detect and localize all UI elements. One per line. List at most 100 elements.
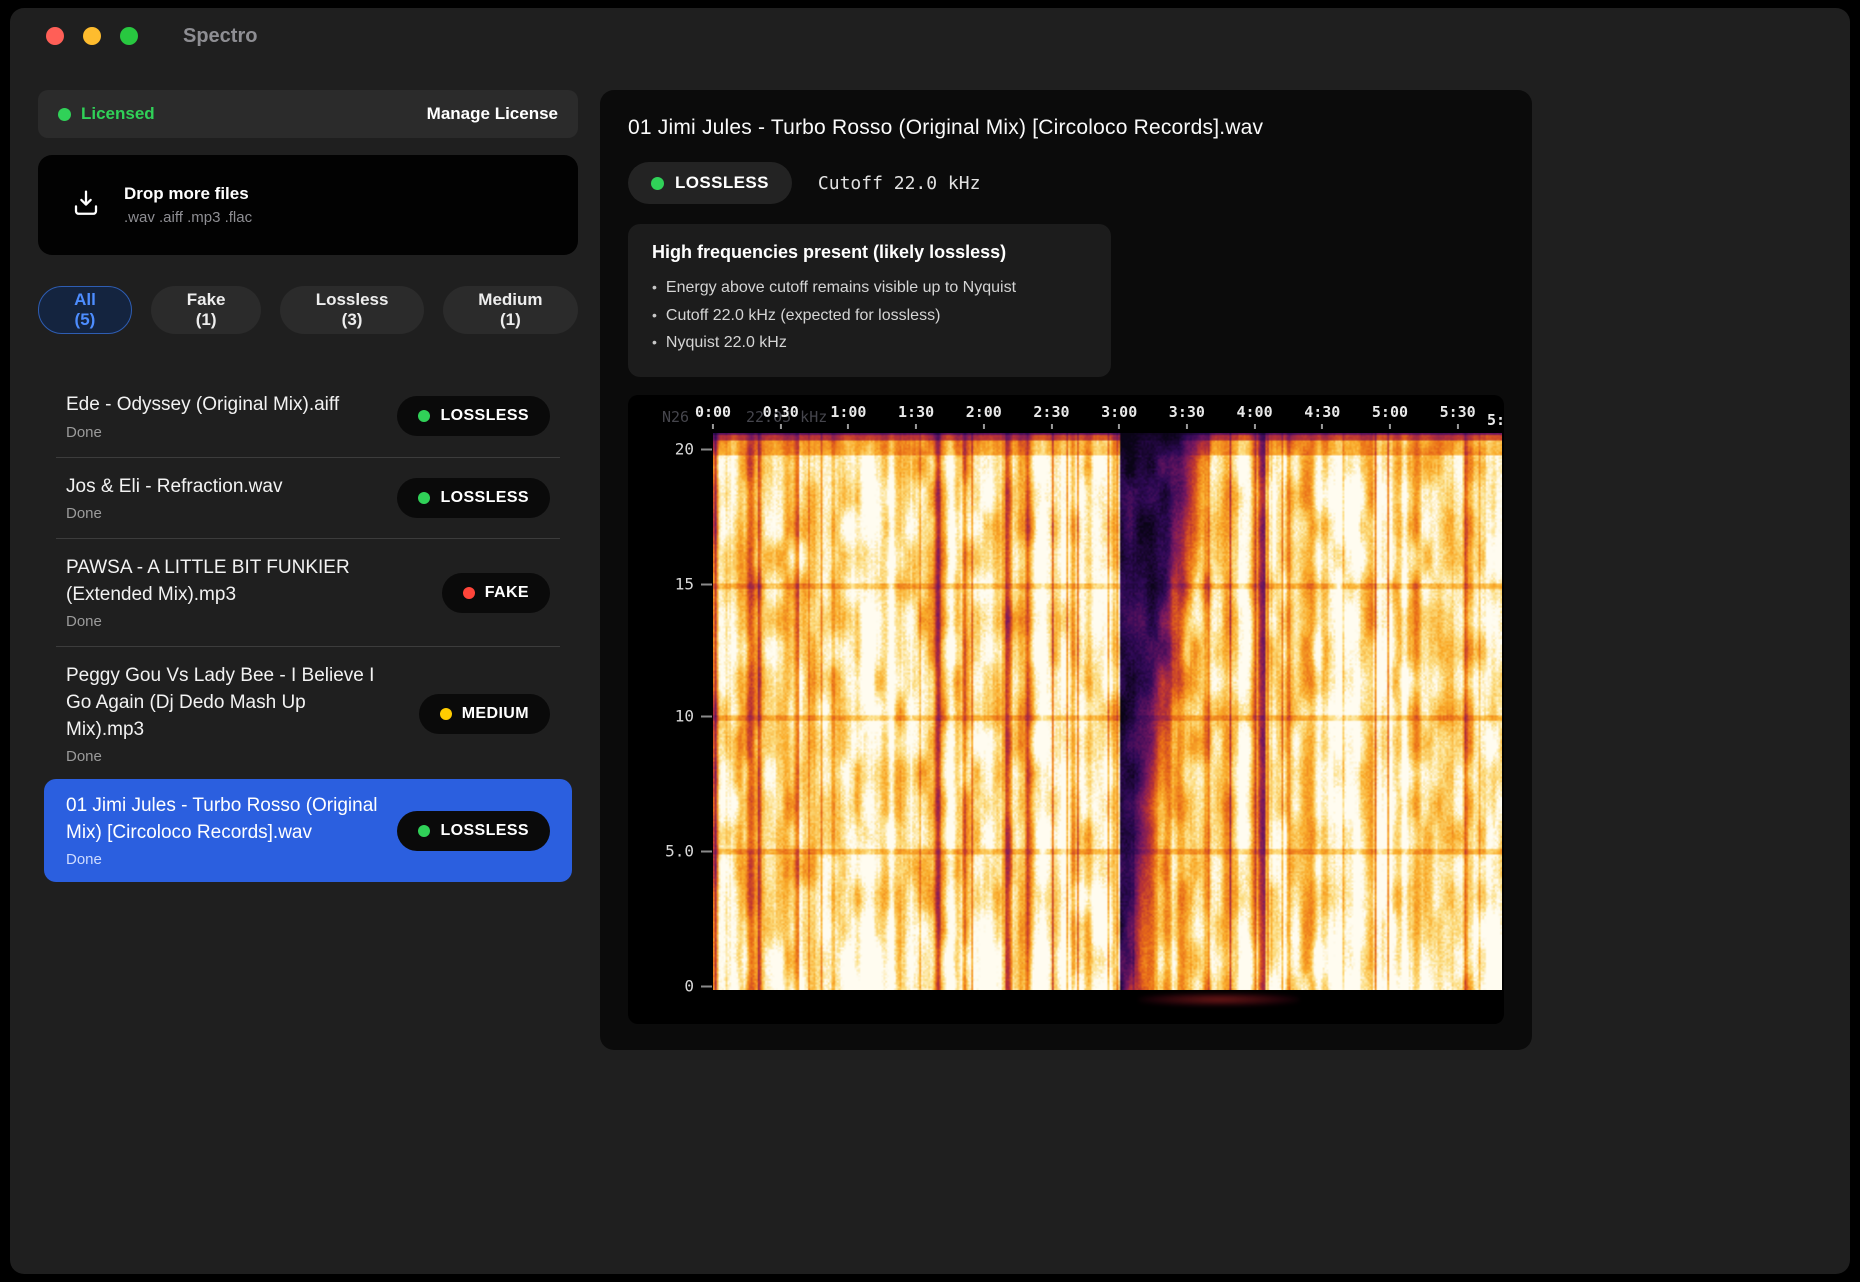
sidebar: Licensed Manage License Drop more files … [38,90,578,1050]
frequency-tick [701,448,712,450]
filter-chip-fake[interactable]: Fake (1) [151,286,261,334]
frequency-label: 5.0 [665,842,712,861]
frequency-label-text: 20 [675,440,694,459]
filter-chips: All (5) Fake (1) Lossless (3) Medium (1) [38,286,578,334]
badge-dot [418,825,430,837]
file-row-1[interactable]: Ede - Odyssey (Original Mix).aiffDoneLOS… [44,378,572,455]
drop-files-icon [70,187,102,224]
spectrogram-bottom-margin [713,990,1502,1024]
file-list: Ede - Odyssey (Original Mix).aiff Done LOS… [38,378,578,882]
time-label-text: 5:00 [1372,403,1408,421]
time-tick [1118,424,1120,429]
time-axis: 0:000:301:001:302:002:303:003:304:004:30… [713,395,1502,433]
spectrogram-canvas [713,433,1502,990]
time-label-text: 3:00 [1101,403,1137,421]
time-label: 5:30 [1440,403,1476,429]
file-row-4[interactable]: Peggy Gou Vs Lady Bee - I Believe I Go A… [44,649,572,779]
file-status: Done [66,851,378,868]
verdict-badge: FAKE [442,573,550,613]
badge-dot [418,410,430,422]
dropzone-formats: .wav .aiff .mp3 .flac [124,209,252,226]
zoom-window-button[interactable] [120,27,138,45]
app-window: Spectro Licensed Manage License [10,8,1850,1274]
verdict-badge: LOSSLESS [397,478,550,518]
dropzone[interactable]: Drop more files .wav .aiff .mp3 .flac [38,155,578,255]
file-name: Jos & Eli - Refraction.wav [66,474,378,501]
time-tick [1321,424,1323,429]
file-name: PAWSA - A LITTLE BIT FUNKIER (Extended M… [66,555,378,608]
frequency-tick [701,583,712,585]
time-label-truncated: 5: [1487,411,1504,429]
minimize-window-button[interactable] [83,27,101,45]
list-divider [56,538,560,539]
time-label-text: 5:30 [1440,403,1476,421]
dropzone-text: Drop more files .wav .aiff .mp3 .flac [124,184,252,226]
time-label-text: 5: [1487,411,1504,429]
close-window-button[interactable] [46,27,64,45]
file-name: 01 Jimi Jules - Turbo Rosso (Original Mi… [66,793,378,846]
frequency-label: 10 [675,707,712,726]
badge-label: FAKE [485,584,529,602]
license-bar: Licensed Manage License [38,90,578,138]
time-tick [1389,424,1391,429]
license-status-label: Licensed [81,104,155,124]
detail-panel: 01 Jimi Jules - Turbo Rosso (Original Mi… [600,90,1532,1050]
time-label: 5:00 [1372,403,1408,429]
time-label-text: 4:00 [1237,403,1273,421]
badge-label: LOSSLESS [440,489,529,507]
spectrogram-plot [713,433,1502,990]
verdict-badge: MEDIUM [419,694,550,734]
analysis-box: High frequencies present (likely lossles… [628,224,1111,377]
filter-chip-lossless[interactable]: Lossless (3) [280,286,423,334]
verdict-badge: LOSSLESS [628,162,792,204]
time-tick [983,424,985,429]
frequency-label: 20 [675,440,712,459]
license-status: Licensed [58,104,155,124]
verdict-badge: LOSSLESS [397,811,550,851]
list-divider [56,646,560,647]
badge-dot [418,492,430,504]
file-info: PAWSA - A LITTLE BIT FUNKIER (Extended M… [66,555,378,630]
time-label-text: 0:00 [695,403,731,421]
file-info: Jos & Eli - Refraction.wavDone [66,474,378,523]
time-label: 4:30 [1304,403,1340,429]
analysis-bullet: Energy above cutoff remains visible up t… [652,274,1087,302]
list-divider [56,457,560,458]
file-name: Peggy Gou Vs Lady Bee - I Believe I Go A… [66,663,378,743]
file-name: Ede - Odyssey (Original Mix).aiff [66,392,378,419]
frequency-label-text: 15 [675,575,694,594]
time-tick [1186,424,1188,429]
filter-chip-medium[interactable]: Medium (1) [443,286,578,334]
time-label-text: 0:30 [763,403,799,421]
app-title: Spectro [183,25,257,48]
titlebar: Spectro [10,8,1850,64]
cutoff-value: Cutoff 22.0 kHz [818,173,981,194]
file-row-3[interactable]: PAWSA - A LITTLE BIT FUNKIER (Extended M… [44,541,572,644]
file-status: Done [66,613,378,630]
time-tick [1457,424,1459,429]
time-tick [712,424,714,429]
file-row-2[interactable]: Jos & Eli - Refraction.wavDone LOSSLESS [44,460,572,537]
time-label: 2:30 [1033,403,1069,429]
manage-license-button[interactable]: Manage License [427,104,558,124]
time-label-text: 2:00 [966,403,1002,421]
analysis-bullet: Cutoff 22.0 kHz (expected for lossless) [652,302,1087,330]
spectrogram-watermark: N26 [662,408,689,426]
window-content: Licensed Manage License Drop more files … [10,64,1850,1050]
file-row-5[interactable]: 01 Jimi Jules - Turbo Rosso (Original Mi… [44,779,572,882]
verdict-label: LOSSLESS [675,173,769,193]
frequency-tick [701,850,712,852]
time-label-text: 1:00 [830,403,866,421]
verdict-row: LOSSLESS Cutoff 22.0 kHz [628,162,1504,204]
filter-chip-all[interactable]: All (5) [38,286,132,334]
file-info: 01 Jimi Jules - Turbo Rosso (Original Mi… [66,793,378,868]
frequency-label-text: 10 [675,707,694,726]
dropzone-title: Drop more files [124,184,252,204]
time-tick [1254,424,1256,429]
time-label-text: 4:30 [1304,403,1340,421]
file-status: Done [66,748,378,765]
low-frequency-artifact [1139,993,1299,1006]
analysis-bullet: Nyquist 22.0 kHz [652,329,1087,357]
badge-dot [463,587,475,599]
badge-dot [440,708,452,720]
